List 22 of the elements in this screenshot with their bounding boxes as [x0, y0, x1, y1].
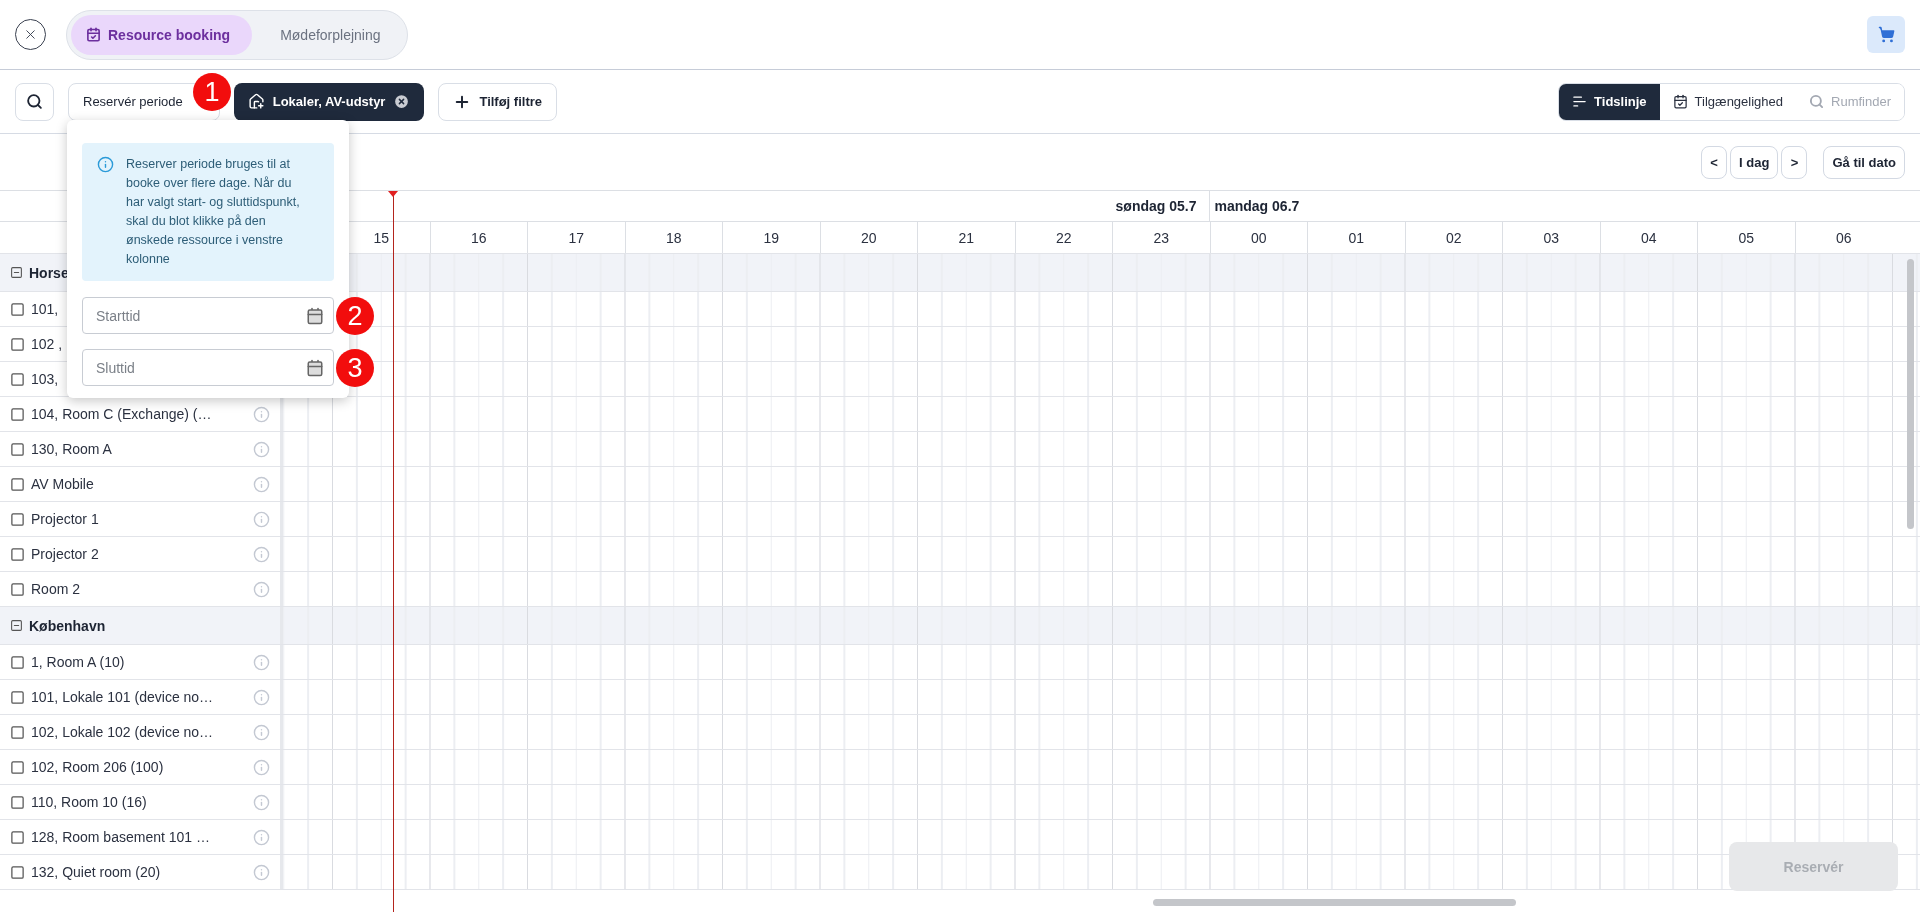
hour-label: 00 [1250, 229, 1267, 246]
hour-label: 23 [1153, 229, 1170, 246]
hour-label: 02 [1445, 229, 1462, 246]
hour-label: 05 [1738, 229, 1755, 246]
step-badge: 1 [193, 73, 231, 111]
group-name: Horse [29, 264, 69, 281]
hour-label: 04 [1640, 229, 1657, 246]
hour-label: 22 [1055, 229, 1072, 246]
hour-label: 15 [373, 229, 390, 246]
hour-label: 01 [1348, 229, 1365, 246]
hour-label: 03 [1543, 229, 1560, 246]
day-label: mandag 06.7 [1214, 198, 1300, 214]
hour-label: 20 [860, 229, 877, 246]
group-name: København [29, 617, 106, 634]
hour-label: 06 [1835, 229, 1852, 246]
day-label: søndag 05.7 [1115, 198, 1197, 214]
hour-label: 16 [470, 229, 487, 246]
hour-label: 18 [665, 229, 682, 246]
hour-label: 17 [568, 229, 585, 246]
hour-label: 19 [763, 229, 780, 246]
hour-label: 21 [958, 229, 975, 246]
info-text: Reserver periode bruges til at booke over flere dage. Når du har valgt start- og sluttidspunkt, skal du blot klikke på den ønskede ressource i venstre kolonne [126, 156, 301, 268]
